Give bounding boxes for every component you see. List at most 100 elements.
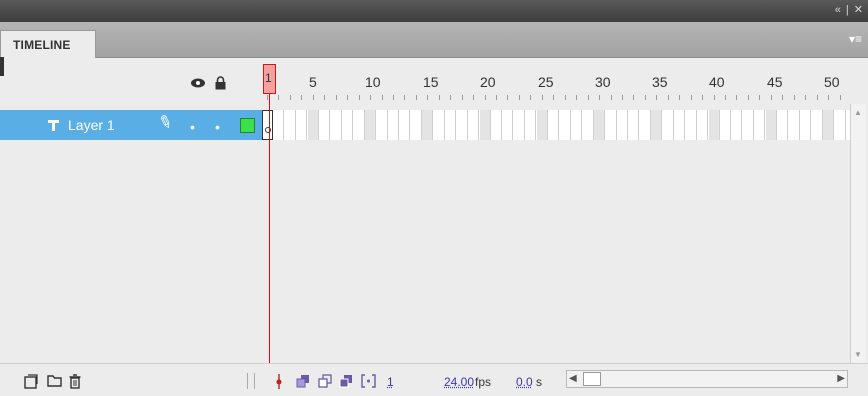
frame-cell[interactable]: [502, 110, 513, 140]
frame-cell[interactable]: [571, 110, 582, 140]
ruler-tick: [519, 95, 520, 100]
frame-cell[interactable]: [468, 110, 479, 140]
new-folder-button[interactable]: [47, 374, 62, 390]
frames-row[interactable]: [262, 110, 850, 140]
frame-cell[interactable]: [308, 110, 319, 140]
frame-cell[interactable]: [480, 110, 491, 140]
frame-cell[interactable]: [594, 110, 605, 140]
empty-keyframe-dot: [265, 127, 271, 133]
frame-cell[interactable]: [835, 110, 846, 140]
frame-cell[interactable]: [812, 110, 823, 140]
frame-ruler[interactable]: 1 5 10 15 20 25 30 35 40 45 50: [262, 59, 850, 103]
layer-outline-color[interactable]: [240, 118, 255, 133]
frame-cell[interactable]: [457, 110, 468, 140]
scroll-thumb[interactable]: [583, 372, 601, 386]
current-frame-value[interactable]: 1: [387, 375, 394, 389]
frame-cell[interactable]: [789, 110, 800, 140]
collapse-close-controls[interactable]: « | ✕: [835, 3, 864, 16]
onion-skin-icon[interactable]: [296, 374, 310, 391]
scroll-up-arrow-icon[interactable]: ▲: [854, 108, 862, 117]
frame-cell[interactable]: [365, 110, 376, 140]
frame-cell[interactable]: [377, 110, 388, 140]
layer-name[interactable]: Layer 1: [68, 117, 115, 133]
frame-cell[interactable]: [491, 110, 502, 140]
eye-icon[interactable]: [190, 76, 206, 92]
scroll-down-arrow-icon[interactable]: ▼: [854, 350, 862, 359]
frame-cell[interactable]: [640, 110, 651, 140]
frame-cell[interactable]: [823, 110, 834, 140]
frame-cell[interactable]: [525, 110, 536, 140]
outline-icon[interactable]: [0, 57, 4, 76]
frame-cell[interactable]: [800, 110, 811, 140]
ruler-tick: [542, 95, 543, 100]
frame-cell[interactable]: [686, 110, 697, 140]
ruler-tick: [404, 95, 405, 100]
frame-cell[interactable]: [319, 110, 330, 140]
ruler-tick: [530, 95, 531, 100]
frame-cell[interactable]: [354, 110, 365, 140]
frame-cell[interactable]: [766, 110, 777, 140]
frame-cell[interactable]: [651, 110, 662, 140]
frame-cell[interactable]: [674, 110, 685, 140]
frame-cell[interactable]: [731, 110, 742, 140]
tab-strip: TIMELINE ▾≡: [0, 22, 868, 58]
horizontal-scrollbar[interactable]: ◀ ▶: [566, 370, 848, 388]
vertical-scrollbar[interactable]: ▲ ▼: [850, 104, 866, 363]
lock-toggle[interactable]: •: [215, 119, 220, 135]
layer-row[interactable]: Layer 1 ✎ • •: [0, 110, 262, 140]
tab-timeline[interactable]: TIMELINE: [0, 30, 96, 58]
frame-cell[interactable]: [560, 110, 571, 140]
modify-onion-markers-icon[interactable]: [361, 374, 376, 391]
ruler-tick: [439, 95, 440, 100]
ruler-tick: [725, 95, 726, 100]
ruler-tick: [336, 95, 337, 100]
trash-icon[interactable]: [69, 374, 81, 392]
ruler-tick: [267, 95, 268, 100]
frame-cell[interactable]: [285, 110, 296, 140]
onion-skin-outlines-icon[interactable]: [318, 374, 332, 391]
frame-cell[interactable]: [606, 110, 617, 140]
frame-cell[interactable]: [342, 110, 353, 140]
visibility-toggle[interactable]: •: [190, 119, 195, 135]
panel-menu-icon[interactable]: ▾≡: [849, 32, 862, 46]
edit-multiple-frames-icon[interactable]: [339, 374, 353, 391]
frame-cell[interactable]: [720, 110, 731, 140]
frame-cell[interactable]: [743, 110, 754, 140]
frame-cell[interactable]: [628, 110, 639, 140]
frame-cell[interactable]: [663, 110, 674, 140]
ruler-label: 5: [309, 74, 317, 90]
keyframe[interactable]: [262, 110, 273, 140]
frame-cell[interactable]: [434, 110, 445, 140]
ruler-tick: [828, 95, 829, 100]
frame-cell[interactable]: [754, 110, 765, 140]
center-frame-icon[interactable]: [275, 374, 283, 392]
frame-cell[interactable]: [709, 110, 720, 140]
ruler-tick: [416, 95, 417, 100]
scroll-right-arrow-icon[interactable]: ▶: [837, 373, 845, 384]
ruler-tick: [359, 95, 360, 100]
frame-cell[interactable]: [422, 110, 433, 140]
frame-cell[interactable]: [445, 110, 456, 140]
frame-cell[interactable]: [296, 110, 307, 140]
frame-rate-value[interactable]: 24.00: [444, 375, 474, 389]
frame-cell[interactable]: [537, 110, 548, 140]
frame-cell[interactable]: [273, 110, 284, 140]
scroll-left-arrow-icon[interactable]: ◀: [569, 373, 577, 384]
frame-cell[interactable]: [548, 110, 559, 140]
frame-cell[interactable]: [388, 110, 399, 140]
frame-cell[interactable]: [697, 110, 708, 140]
frame-cell[interactable]: [583, 110, 594, 140]
frame-cell[interactable]: [411, 110, 422, 140]
lock-icon[interactable]: [215, 76, 226, 93]
frame-cell[interactable]: [617, 110, 628, 140]
ruler-tick: [622, 95, 623, 100]
new-layer-button[interactable]: [24, 374, 38, 392]
ruler-tick: [485, 95, 486, 100]
frame-cell[interactable]: [331, 110, 342, 140]
elapsed-time-value[interactable]: 0.0: [516, 375, 533, 389]
frame-cell[interactable]: [514, 110, 525, 140]
panel-divider-grip[interactable]: [247, 373, 255, 389]
playhead[interactable]: 1: [263, 64, 276, 94]
frame-cell[interactable]: [399, 110, 410, 140]
frame-cell[interactable]: [777, 110, 788, 140]
